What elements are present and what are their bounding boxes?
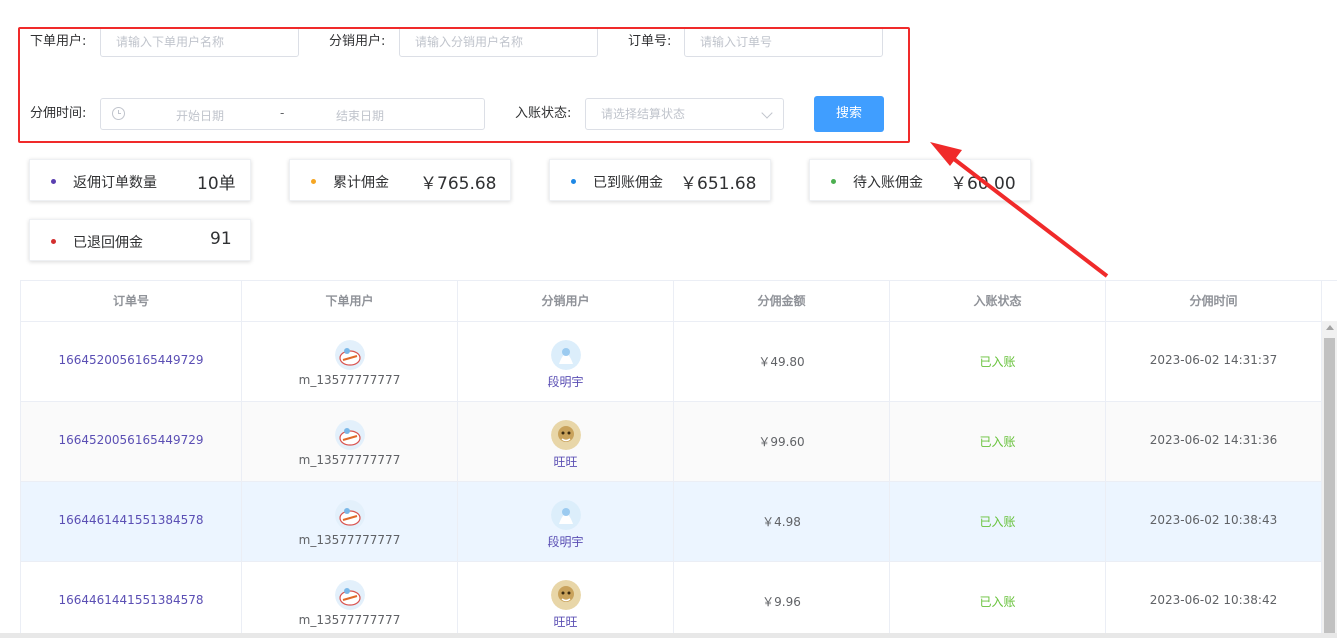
commission-table: 订单号 下单用户 分销用户 分佣金额 入账状态 分佣时间 16645200561… — [20, 280, 1337, 638]
distributor-avatar — [550, 420, 581, 450]
scroll-up-icon[interactable] — [1326, 325, 1334, 330]
order-no-cell[interactable]: 1664520056165449729 — [21, 353, 241, 367]
column-header: 分销用户 — [458, 281, 674, 321]
status-cell: 已入账 — [979, 515, 1016, 529]
scrollbar-thumb[interactable] — [1324, 338, 1335, 638]
buyer-name: m_13577777777 — [298, 613, 401, 627]
time-cell: 2023-06-02 14:31:37 — [1149, 353, 1278, 367]
amount-cell: ￥49.80 — [758, 355, 805, 369]
distributor-name[interactable]: 段明宇 — [458, 533, 673, 550]
order-no-cell[interactable]: 1664461441551384578 — [21, 513, 241, 527]
distributor-avatar — [550, 580, 581, 610]
column-header: 分佣金额 — [674, 281, 890, 321]
buyer-name: m_13577777777 — [298, 373, 401, 387]
order-no-cell[interactable]: 1664461441551384578 — [21, 593, 241, 607]
column-header: 入账状态 — [890, 281, 1106, 321]
column-header: 下单用户 — [242, 281, 458, 321]
buyer-name: m_13577777777 — [298, 453, 401, 467]
distributor-name[interactable]: 段明宇 — [458, 373, 673, 390]
time-cell: 2023-06-02 10:38:42 — [1149, 593, 1278, 607]
buyer-avatar — [334, 340, 365, 370]
distributor-avatar — [550, 500, 581, 530]
table-row[interactable]: 1664461441551384578 m_13577777777 旺旺 ￥9.… — [20, 562, 1322, 638]
column-header: 分佣时间 — [1106, 281, 1322, 321]
table-row[interactable]: 1664520056165449729 m_13577777777 段明宇 ￥4… — [20, 322, 1322, 402]
distributor-name[interactable]: 旺旺 — [458, 453, 673, 470]
time-cell: 2023-06-02 14:31:36 — [1149, 433, 1278, 447]
column-header: 订单号 — [21, 281, 242, 321]
status-cell: 已入账 — [979, 435, 1016, 449]
amount-cell: ￥4.98 — [762, 515, 801, 529]
table-row[interactable]: 1664461441551384578 m_13577777777 段明宇 ￥4… — [20, 482, 1322, 562]
buyer-avatar — [334, 420, 365, 450]
time-cell: 2023-06-02 10:38:43 — [1149, 513, 1278, 527]
distributor-avatar — [550, 340, 581, 370]
status-cell: 已入账 — [979, 355, 1016, 369]
buyer-avatar — [334, 500, 365, 530]
amount-cell: ￥99.60 — [758, 435, 805, 449]
horizontal-scrollbar[interactable] — [0, 633, 1337, 638]
distributor-name[interactable]: 旺旺 — [458, 613, 673, 630]
buyer-avatar — [334, 580, 365, 610]
table-header: 订单号 下单用户 分销用户 分佣金额 入账状态 分佣时间 — [20, 281, 1322, 322]
status-cell: 已入账 — [979, 595, 1016, 609]
order-no-cell[interactable]: 1664520056165449729 — [21, 433, 241, 447]
table-row[interactable]: 1664520056165449729 m_13577777777 旺旺 ￥99… — [20, 402, 1322, 482]
amount-cell: ￥9.96 — [762, 595, 801, 609]
buyer-name: m_13577777777 — [298, 533, 401, 547]
